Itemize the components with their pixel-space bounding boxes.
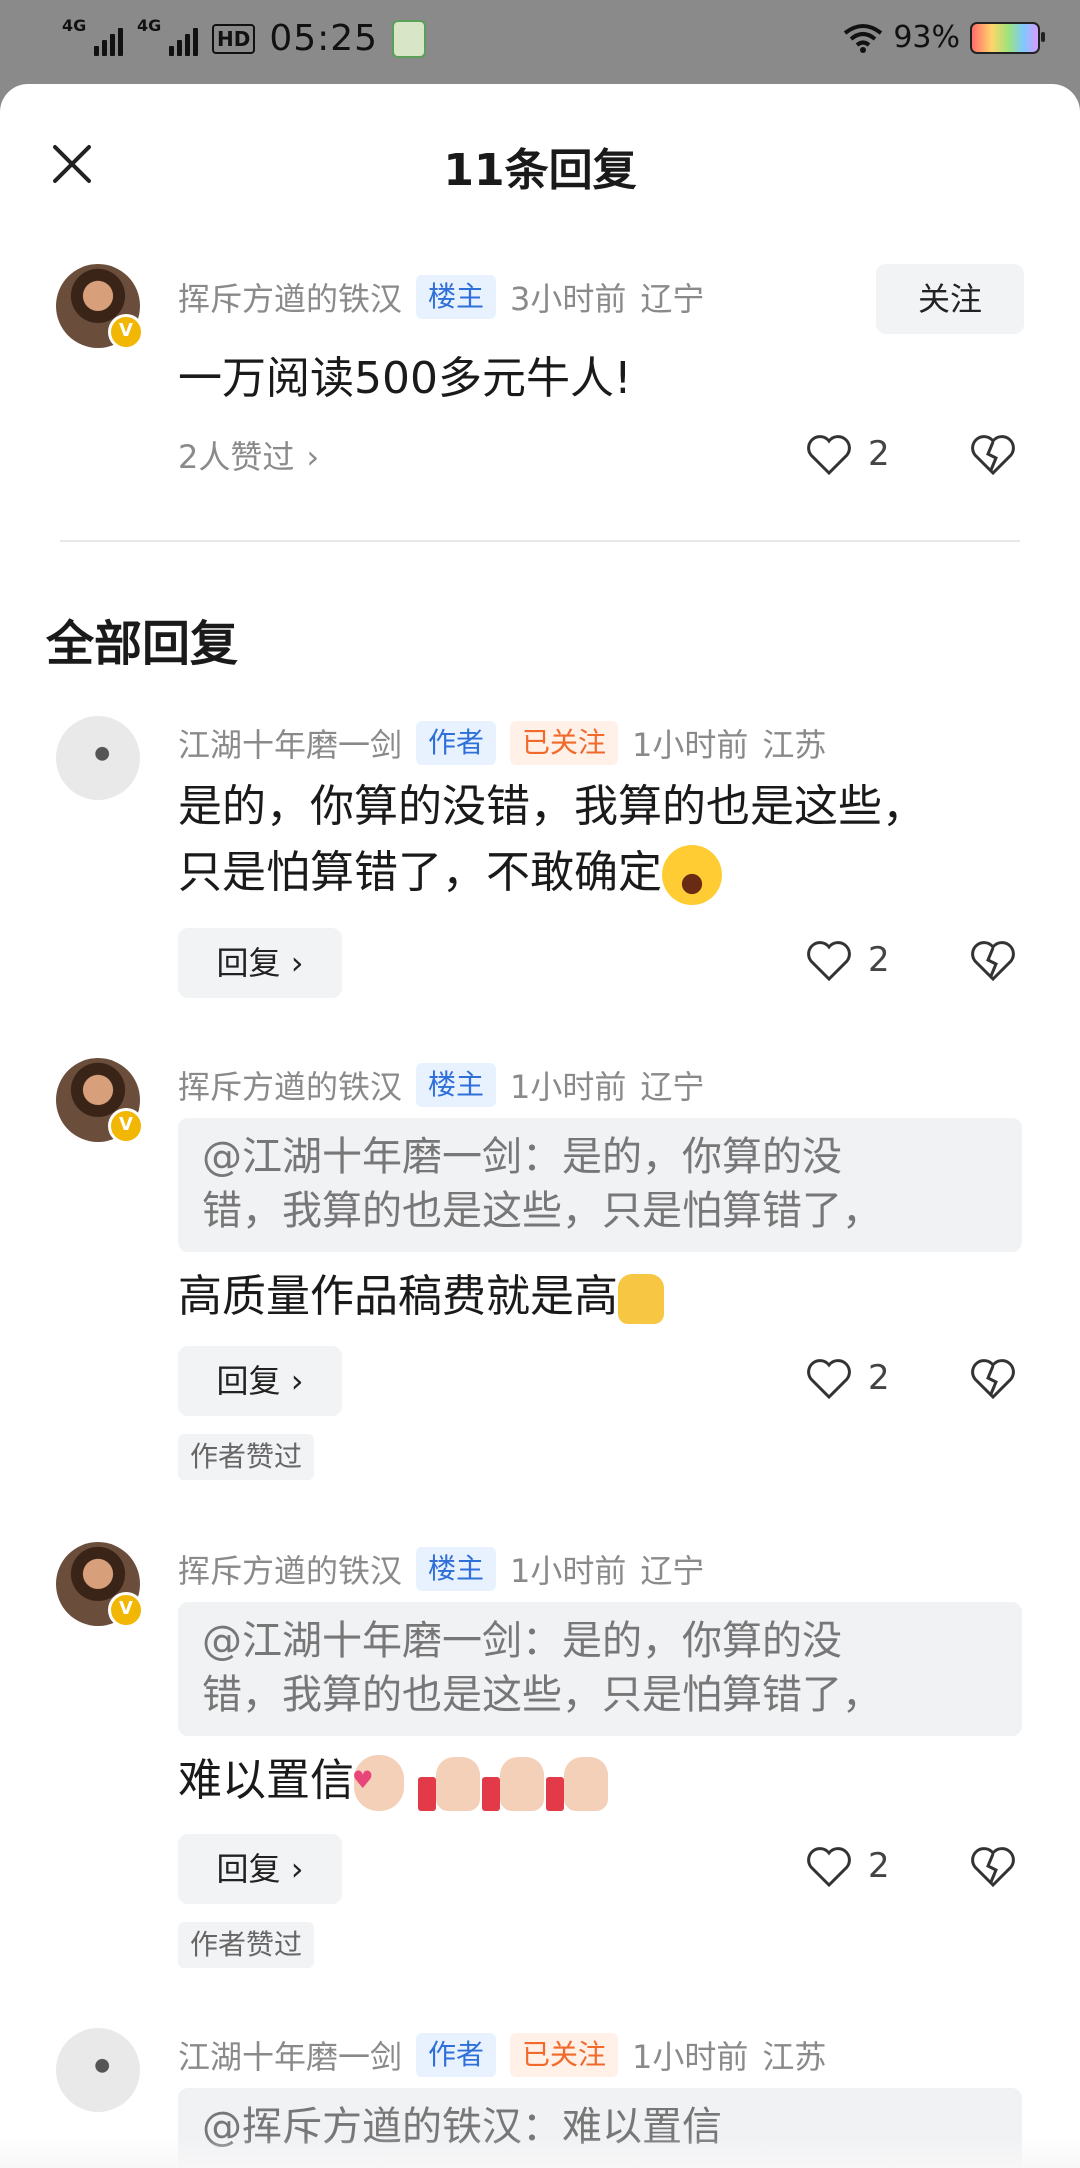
like-icon[interactable] [806,434,852,476]
laughing-emoji-icon [662,845,722,905]
reply-meta: 江湖十年磨一剑 作者 已关注 1小时前 江苏 [178,720,826,766]
quoted-reply[interactable]: @江湖十年磨一剑：是的，你算的没 错，我算的也是这些，只是怕算错了， [178,1118,1022,1252]
dislike-icon[interactable] [970,1846,1016,1888]
reply-text: 高质量作品稿费就是高 [178,1264,1018,1330]
timestamp: 1小时前 [632,2038,749,2076]
location: 辽宁 [640,1552,705,1590]
author-liked-badge: 作者赞过 [178,1434,315,1480]
avatar[interactable] [56,716,140,800]
op-badge: 楼主 [416,275,497,319]
avatar[interactable] [56,2028,140,2112]
like-icon[interactable] [806,1846,852,1888]
reply-text: 难以置信 [178,1747,1018,1814]
timestamp: 1小时前 [510,1552,627,1590]
thumbs-up-emoji-icon [482,1753,546,1813]
reply-button[interactable]: 回复 › [178,928,342,998]
thumbs-up-emoji-icon [618,1274,664,1324]
like-count: 2 [868,434,890,474]
reply-meta: 江湖十年磨一剑 作者 已关注 1小时前 江苏 [178,2032,826,2078]
app-notification-icon [392,19,427,58]
liked-by-link[interactable]: 2人赞过 › [178,432,319,478]
dislike-icon[interactable] [970,940,1016,982]
thumbs-up-emoji-icon [418,1753,482,1813]
username[interactable]: 江湖十年磨一剑 [178,720,402,766]
liked-by-label: 2人赞过 [178,438,295,476]
quoted-reply[interactable]: @江湖十年磨一剑：是的，你算的没 错，我算的也是这些，只是怕算错了， [178,1602,1022,1736]
reply-button[interactable]: 回复 › [178,1346,342,1416]
reply-text-line: 难以置信 [178,1755,354,1806]
like-count: 2 [868,1358,890,1398]
timestamp: 3小时前 [510,280,627,318]
followed-badge: 已关注 [510,2033,619,2077]
avatar[interactable]: V [56,1542,144,1628]
author-liked-badge: 作者赞过 [178,1922,315,1968]
signal-icon: 4G [62,16,123,56]
reply-text-line: 是的，你算的没错，我算的也是这些， [178,781,926,832]
clock: 05:25 [269,18,379,59]
like-count: 2 [868,940,890,980]
verified-icon: V [108,1592,144,1628]
author-badge: 作者 [416,721,497,765]
location: 辽宁 [640,280,705,318]
reply-text: 是的，你算的没错，我算的也是这些， 只是怕算错了，不敢确定 [178,774,1018,906]
reply-label: 回复 [216,944,281,982]
followed-badge: 已关注 [510,721,619,765]
like-icon[interactable] [806,940,852,982]
op-badge: 楼主 [416,1547,497,1591]
reply-meta: 挥斥方遒的铁汉 楼主 1小时前 辽宁 [178,1062,704,1108]
verified-icon: V [108,1108,144,1144]
status-bar: 4G 4G HD 05:25 93% [0,0,1080,84]
dislike-icon[interactable] [970,1358,1016,1400]
finger-heart-emoji-icon [352,1747,404,1813]
username[interactable]: 挥斥方遒的铁汉 [178,1546,402,1592]
network-type-2: 4G [137,15,162,35]
username[interactable]: 江湖十年磨一剑 [178,2032,402,2078]
wifi-icon [844,23,883,53]
timestamp: 1小时前 [632,726,749,764]
op-badge: 楼主 [416,1063,497,1107]
quote-line: @江湖十年磨一剑：是的，你算的没 [202,1618,842,1664]
like-icon[interactable] [806,1358,852,1400]
network-type: 4G [62,15,87,35]
reply-text-line: 只是怕算错了，不敢确定 [178,847,662,898]
reply-sheet: 11条回复 V 挥斥方遒的铁汉 楼主 3小时前 辽宁 关注 一万阅读500多元牛… [0,84,1080,2168]
comment-text: 一万阅读500多元牛人! [178,353,632,404]
verified-icon: V [108,314,144,350]
follow-button[interactable]: 关注 [876,264,1024,334]
reply-label: 回复 [216,1362,281,1400]
avatar[interactable]: V [56,264,144,350]
username[interactable]: 挥斥方遒的铁汉 [178,274,402,320]
author-badge: 作者 [416,2033,497,2077]
username[interactable]: 挥斥方遒的铁汉 [178,1062,402,1108]
hd-icon: HD [212,23,256,54]
quote-line: 错，我算的也是这些，只是怕算错了， [202,1672,882,1718]
comment-meta: 挥斥方遒的铁汉 楼主 3小时前 辽宁 [178,274,704,320]
timestamp: 1小时前 [510,1068,627,1106]
divider [60,540,1020,542]
dislike-icon[interactable] [970,434,1016,476]
reply-label: 回复 [216,1850,281,1888]
reply-meta: 挥斥方遒的铁汉 楼主 1小时前 辽宁 [178,1546,704,1592]
quote-line: 错，我算的也是这些，只是怕算错了， [202,1188,882,1234]
sheet-title: 11条回复 [443,145,637,196]
thumbs-up-emoji-icon [546,1753,610,1813]
quote-line: @江湖十年磨一剑：是的，你算的没 [202,1134,842,1180]
battery-percent: 93% [893,20,960,55]
like-count: 2 [868,1846,890,1886]
section-title: 全部回复 [46,616,239,672]
bottom-fade [0,2138,1080,2168]
battery-icon [970,21,1045,54]
reply-button[interactable]: 回复 › [178,1834,342,1904]
location: 江苏 [762,2038,827,2076]
location: 江苏 [762,726,827,764]
chevron-right-icon: › [306,438,320,476]
location: 辽宁 [640,1068,705,1106]
reply-text-line: 高质量作品稿费就是高 [178,1271,618,1322]
signal-icon-2: 4G [137,16,198,56]
avatar[interactable]: V [56,1058,144,1144]
